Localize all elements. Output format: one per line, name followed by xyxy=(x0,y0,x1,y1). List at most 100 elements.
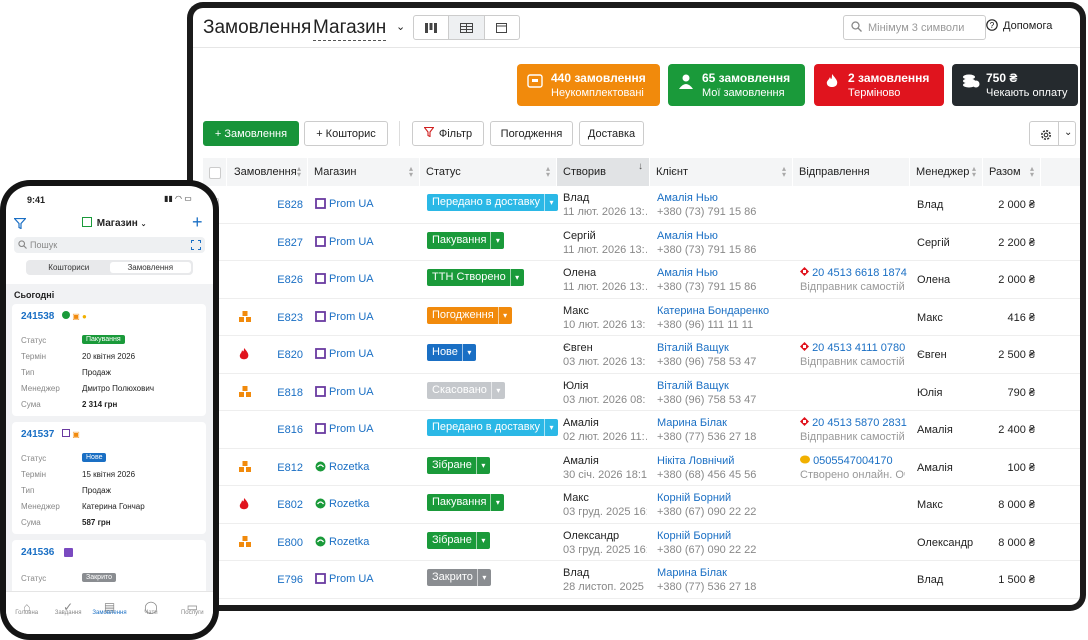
table-view-icon[interactable] xyxy=(449,16,485,39)
client-link[interactable]: Корній Борний xyxy=(657,530,731,542)
store-link[interactable]: Prom UA xyxy=(315,423,374,437)
order-number-link[interactable]: E827 xyxy=(223,237,303,249)
client-link[interactable]: Марина Білак xyxy=(657,567,727,579)
client-link[interactable]: Віталій Ващук xyxy=(657,342,729,354)
table-row[interactable]: E812 Rozetka Зібране ▾ Амалія 30 січ. 2026 18… xyxy=(203,449,1080,486)
calendar-view-icon[interactable] xyxy=(485,16,519,39)
col-store[interactable]: Магазин ▴ ▾ xyxy=(308,158,420,186)
client-link[interactable]: Амалія Нью xyxy=(657,267,718,279)
col-creator[interactable]: Створив ↓ xyxy=(557,158,650,186)
order-number-link[interactable]: E823 xyxy=(223,310,303,324)
card-incomplete[interactable]: 440 замовлення Неукомплектовані xyxy=(517,64,660,106)
filter-icon[interactable] xyxy=(13,216,27,234)
tracking-link[interactable]: 20 4513 5870 2831 xyxy=(800,417,907,429)
client-link[interactable]: Нікіта Ловнічий xyxy=(657,455,734,467)
client-link[interactable]: Амалія Нью xyxy=(657,230,718,242)
add-icon[interactable]: + xyxy=(192,212,203,233)
scan-icon[interactable] xyxy=(191,240,201,252)
status-dropdown[interactable]: Зібране ▾ xyxy=(427,456,490,474)
order-number-link[interactable]: E812 xyxy=(223,460,303,474)
col-shipping[interactable]: Відправлення xyxy=(793,158,910,186)
add-estimate-button[interactable]: + Кошторис xyxy=(304,121,388,146)
store-link[interactable]: Prom UA xyxy=(315,311,374,325)
tab-chats[interactable]: ◯ Чати xyxy=(130,592,171,634)
col-status[interactable]: Статус ▴ ▾ xyxy=(420,158,557,186)
approval-button[interactable]: Погодження xyxy=(490,121,573,146)
store-link[interactable]: Rozetka xyxy=(315,536,369,550)
col-client[interactable]: Клієнт ▴ ▾ xyxy=(650,158,793,186)
order-number-link[interactable]: E828 xyxy=(223,199,303,211)
tab-home[interactable]: ⌂ Головна xyxy=(6,592,47,634)
client-link[interactable]: Віталій Ващук xyxy=(657,380,729,392)
order-number-link[interactable]: E796 xyxy=(223,574,303,586)
status-dropdown[interactable]: ТТН Створено ▾ xyxy=(427,269,524,286)
tab-orders[interactable]: ▤ Замовлення xyxy=(89,592,130,634)
status-dropdown[interactable]: Погодження ▾ xyxy=(427,306,512,324)
order-number-link[interactable]: E800 xyxy=(223,535,303,549)
filter-button[interactable]: Фільтр xyxy=(412,121,484,146)
phone-order-card[interactable]: 241538 ▣ ● Статус Пакування Термін 20 кв… xyxy=(12,304,206,416)
card-urgent[interactable]: 2 замовлення Терміново xyxy=(814,64,944,106)
table-row[interactable]: E802 Rozetka Пакування ▾ Макс 03 груд. 2025 1… xyxy=(203,486,1080,524)
store-link[interactable]: Prom UA xyxy=(315,573,374,587)
tab-services[interactable]: ▭ Послуги xyxy=(172,592,213,634)
status-dropdown[interactable]: Зібране ▾ xyxy=(427,531,490,549)
phone-order-card[interactable]: 241537 ▣ Статус Нове Термін 15 квітня 20… xyxy=(12,422,206,534)
phone-segmented-control[interactable]: Кошториси Замовлення xyxy=(26,260,193,275)
status-dropdown[interactable]: Скасовано ▾ xyxy=(427,381,505,399)
card-awaiting-payment[interactable]: 750 ₴ Чекають оплату xyxy=(952,64,1078,106)
select-all-checkbox[interactable] xyxy=(203,158,227,186)
segment-estimates[interactable]: Кошториси xyxy=(28,262,110,273)
store-link[interactable]: Prom UA xyxy=(315,198,374,212)
help-link[interactable]: ? Допомога xyxy=(986,19,1052,32)
store-link[interactable]: Rozetka xyxy=(315,498,369,512)
order-number-link[interactable]: E816 xyxy=(223,424,303,436)
table-row[interactable]: E818 Prom UA Скасовано ▾ Юлія 03 лют. 2026 08… xyxy=(203,374,1080,411)
card-my-orders[interactable]: 65 замовлення Мої замовлення xyxy=(668,64,805,106)
add-order-button[interactable]: + Замовлення xyxy=(203,121,299,146)
phone-search-input[interactable]: Пошук xyxy=(14,237,205,253)
status-dropdown[interactable]: Нове ▾ xyxy=(427,344,476,361)
table-row[interactable]: E820 Prom UA Нове▾ Євген 03 лют. 2026 13:… Ві… xyxy=(203,336,1080,374)
status-dropdown[interactable]: Передано в доставку ▾ xyxy=(427,194,559,211)
col-order[interactable]: Замовлення ▴ ▾ xyxy=(228,158,308,186)
client-link[interactable]: Марина Білак xyxy=(657,417,727,429)
order-number-link[interactable]: E820 xyxy=(223,348,303,361)
store-link[interactable]: Prom UA xyxy=(315,236,374,250)
client-link[interactable]: Амалія Нью xyxy=(657,192,718,204)
order-number-link[interactable]: E826 xyxy=(223,274,303,286)
table-row[interactable]: E823 Prom UA Погодження ▾ Макс 10 лют. 2026 1… xyxy=(203,299,1080,336)
client-link[interactable]: Корній Борний xyxy=(657,492,731,504)
delivery-button[interactable]: Доставка xyxy=(579,121,644,146)
col-total[interactable]: Разом ▴ ▾ xyxy=(983,158,1041,186)
chevron-down-icon[interactable]: ⌄ xyxy=(396,20,405,33)
segment-orders[interactable]: Замовлення xyxy=(109,262,191,273)
search-input[interactable]: Мінімум 3 символи xyxy=(843,15,986,40)
order-number-link[interactable]: E802 xyxy=(223,498,303,511)
store-selector[interactable]: Магазин xyxy=(313,17,387,41)
view-switcher[interactable] xyxy=(413,15,520,40)
table-row[interactable]: E800 Rozetka Зібране ▾ Олександр 03 груд. 202… xyxy=(203,524,1080,561)
kanban-view-icon[interactable] xyxy=(414,16,450,39)
store-link[interactable]: Rozetka xyxy=(315,461,369,475)
status-dropdown[interactable]: Пакування ▾ xyxy=(427,494,505,511)
tracking-link[interactable]: 20 4513 6618 1874 xyxy=(800,267,907,279)
status-dropdown[interactable]: Передано в доставку ▾ xyxy=(427,419,559,436)
table-settings-button[interactable]: ⌄ xyxy=(1029,121,1076,146)
store-link[interactable]: Prom UA xyxy=(315,386,374,400)
table-row[interactable]: E796 Prom UA Закрито▾ Влад 28 листоп. 2025 1… xyxy=(203,561,1080,599)
store-link[interactable]: Prom UA xyxy=(315,273,374,287)
store-link[interactable]: Prom UA xyxy=(315,348,374,362)
table-row[interactable]: E828 Prom UA Передано в доставку ▾ Влад 11 лю… xyxy=(203,186,1080,224)
tracking-link[interactable]: 0505547004170 xyxy=(800,455,893,467)
order-number-link[interactable]: E818 xyxy=(223,385,303,399)
client-link[interactable]: Катерина Бондаренко xyxy=(657,305,769,317)
phone-store-selector[interactable]: Магазин ⌄ xyxy=(82,217,146,229)
status-dropdown[interactable]: Пакування ▾ xyxy=(427,231,505,249)
table-row[interactable]: E826 Prom UA ТТН Створено ▾ Олена 11 лют. 202… xyxy=(203,261,1080,299)
col-manager[interactable]: Менеджер ▴ ▾ xyxy=(910,158,983,186)
table-row[interactable]: E827 Prom UA Пакування ▾ Сергій 11 лют. 2026 … xyxy=(203,224,1080,261)
table-row[interactable]: E816 Prom UA Передано в доставку ▾ Амалія 02 … xyxy=(203,411,1080,449)
tab-tasks[interactable]: ✓ Завдання xyxy=(47,592,88,634)
status-dropdown[interactable]: Закрито ▾ xyxy=(427,569,491,586)
